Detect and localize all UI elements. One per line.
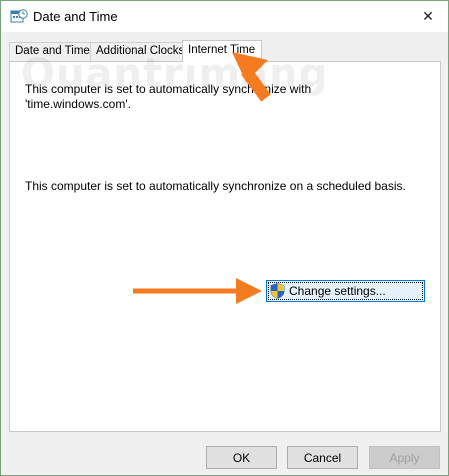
date-time-icon [10, 9, 28, 23]
cancel-button[interactable]: Cancel [287, 446, 358, 469]
sync-schedule-message: This computer is set to automatically sy… [25, 179, 406, 193]
window-title: Date and Time [33, 9, 118, 24]
date-time-window: Date and Time ✕ Quantrimang Date and Tim… [0, 0, 449, 476]
close-icon: ✕ [422, 8, 434, 24]
close-button[interactable]: ✕ [408, 1, 448, 32]
apply-button[interactable]: Apply [369, 446, 440, 469]
change-settings-button[interactable]: Change settings... [266, 280, 425, 302]
change-settings-label: Change settings... [289, 284, 386, 298]
ok-button[interactable]: OK [206, 446, 277, 469]
internet-time-panel: This computer is set to automatically sy… [9, 61, 441, 432]
sync-server-message: This computer is set to automatically sy… [25, 82, 312, 111]
uac-shield-icon [270, 283, 285, 299]
tab-date-and-time[interactable]: Date and Time [9, 42, 91, 61]
title-bar: Date and Time ✕ [1, 1, 448, 32]
tab-internet-time[interactable]: Internet Time [182, 40, 262, 62]
tab-additional-clocks[interactable]: Additional Clocks [90, 42, 184, 61]
